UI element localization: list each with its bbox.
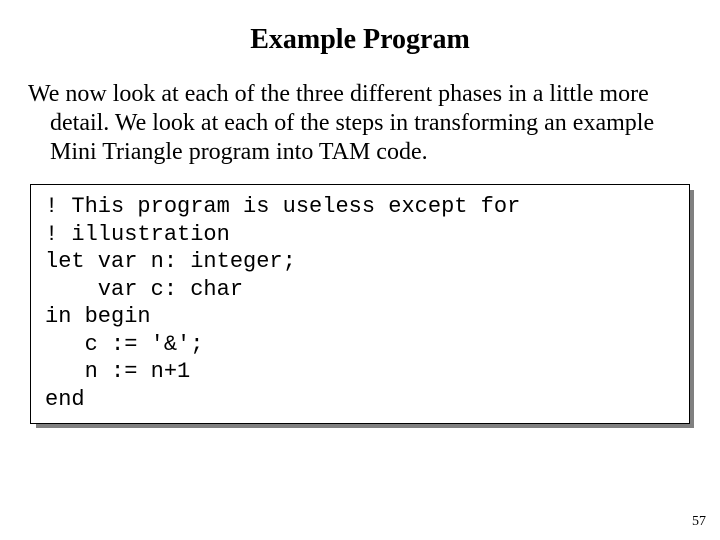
slide: Example Program We now look at each of t… bbox=[0, 0, 720, 540]
body-paragraph: We now look at each of the three differe… bbox=[28, 80, 692, 166]
code-block: ! This program is useless except for ! i… bbox=[30, 184, 690, 424]
slide-body: We now look at each of the three differe… bbox=[28, 80, 692, 166]
code-block-container: ! This program is useless except for ! i… bbox=[30, 184, 690, 424]
page-number: 57 bbox=[692, 514, 706, 530]
slide-title: Example Program bbox=[28, 24, 692, 56]
